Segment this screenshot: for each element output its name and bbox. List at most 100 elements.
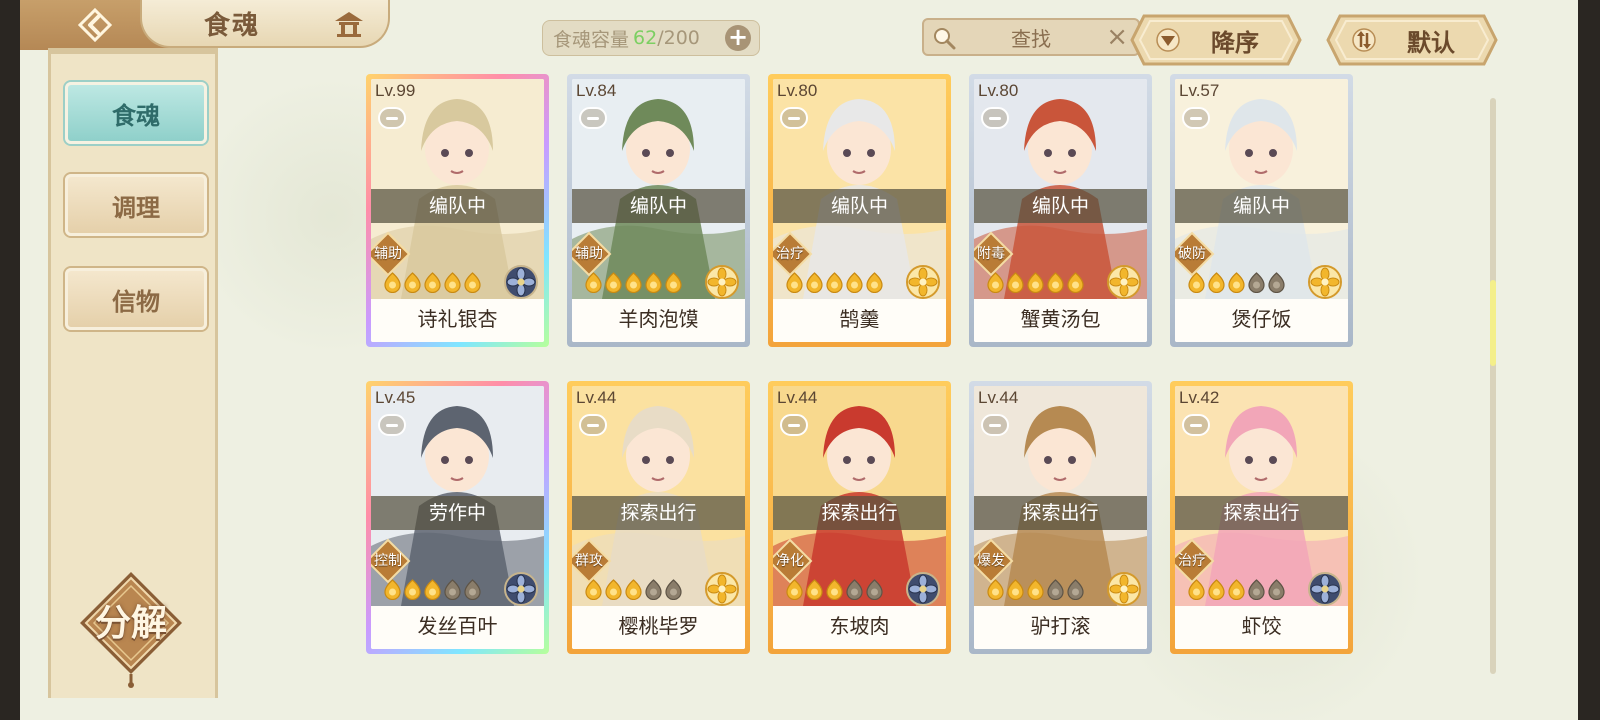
star-filled-icon <box>1067 272 1084 293</box>
food-soul-card[interactable]: Lv.80 编队中 附毒 蟹黄汤包 <box>969 74 1152 347</box>
card-inner: Lv.80 编队中 治疗 鹄羹 <box>773 79 946 342</box>
star-filled-icon <box>424 579 441 600</box>
expand-capacity-button[interactable]: + <box>725 25 751 51</box>
tab-food-soul[interactable]: 食魂 <box>65 82 207 144</box>
food-soul-card[interactable]: Lv.84 编队中 辅助 羊肉泡馍 <box>567 74 750 347</box>
status-label: 探索出行 <box>974 496 1147 530</box>
sort-order-button[interactable]: 降序 <box>1130 14 1302 66</box>
status-label: 编队中 <box>1175 189 1348 223</box>
star-filled-icon <box>625 579 642 600</box>
left-screen-edge <box>0 0 20 720</box>
character-name: 诗礼银杏 <box>371 299 544 342</box>
role-label: 治疗 <box>776 246 804 262</box>
tab-cooking[interactable]: 调理 <box>65 174 207 236</box>
star-filled-icon <box>987 579 1004 600</box>
character-name: 煲仔饭 <box>1175 299 1348 342</box>
food-soul-card[interactable]: Lv.44 探索出行 爆发 驴打滚 <box>969 381 1152 654</box>
star-empty-icon <box>846 579 863 600</box>
food-soul-card[interactable]: Lv.57 编队中 破防 煲仔饭 <box>1170 74 1353 347</box>
remove-from-team-icon[interactable] <box>780 107 808 129</box>
star-filled-icon <box>1188 579 1205 600</box>
sort-descending-icon <box>1156 28 1180 52</box>
star-rating <box>785 271 884 293</box>
role-label: 辅助 <box>575 246 603 262</box>
capacity-display: 食魂容量 62 /200 + <box>542 20 760 56</box>
level-label: Lv.45 <box>375 388 416 407</box>
star-filled-icon <box>846 272 863 293</box>
star-filled-icon <box>404 272 421 293</box>
star-filled-icon <box>826 579 843 600</box>
pavilion-icon[interactable] <box>334 10 364 38</box>
star-empty-icon <box>1047 579 1064 600</box>
remove-from-team-icon[interactable] <box>579 414 607 436</box>
star-filled-icon <box>605 272 622 293</box>
star-empty-icon <box>444 579 461 600</box>
food-soul-card[interactable]: Lv.80 编队中 治疗 鹄羹 <box>768 74 951 347</box>
star-filled-icon <box>384 272 401 293</box>
character-name: 发丝百叶 <box>371 606 544 649</box>
search-field[interactable]: 查找 × <box>922 18 1140 56</box>
top-bar: 食魂 食魂容量 62 /200 + 查找 × 降序 默认 <box>20 0 1578 66</box>
star-empty-icon <box>1067 579 1084 600</box>
star-filled-icon <box>786 579 803 600</box>
level-label: Lv.44 <box>978 388 1019 407</box>
remove-from-team-icon[interactable] <box>981 414 1009 436</box>
remove-from-team-icon[interactable] <box>1182 414 1210 436</box>
star-empty-icon <box>866 579 883 600</box>
status-label: 探索出行 <box>773 496 946 530</box>
status-label: 劳作中 <box>371 496 544 530</box>
food-soul-card[interactable]: Lv.44 探索出行 群攻 樱桃毕罗 <box>567 381 750 654</box>
remove-from-team-icon[interactable] <box>1182 107 1210 129</box>
remove-from-team-icon[interactable] <box>780 414 808 436</box>
character-name: 鹄羹 <box>773 299 946 342</box>
star-empty-icon <box>1248 579 1265 600</box>
capacity-total: /200 <box>657 27 700 49</box>
scrollbar-thumb[interactable] <box>1490 280 1496 366</box>
status-label: 探索出行 <box>1175 496 1348 530</box>
role-label: 附毒 <box>977 246 1005 262</box>
star-filled-icon <box>384 579 401 600</box>
swap-arrows-icon <box>1352 28 1376 52</box>
food-soul-card[interactable]: Lv.44 探索出行 净化 东坡肉 <box>768 381 951 654</box>
page-title: 食魂 <box>204 10 261 41</box>
star-rating <box>383 271 482 293</box>
star-filled-icon <box>404 579 421 600</box>
remove-from-team-icon[interactable] <box>981 107 1009 129</box>
blue-flower-emblem-icon <box>1308 572 1342 606</box>
character-name: 虾饺 <box>1175 606 1348 649</box>
star-filled-icon <box>625 272 642 293</box>
remove-from-team-icon[interactable] <box>378 414 406 436</box>
search-label: 查找 <box>1011 26 1051 51</box>
star-filled-icon <box>866 272 883 293</box>
card-inner: Lv.42 探索出行 治疗 虾饺 <box>1175 386 1348 649</box>
role-label: 治疗 <box>1178 553 1206 569</box>
food-soul-card[interactable]: Lv.42 探索出行 治疗 虾饺 <box>1170 381 1353 654</box>
star-filled-icon <box>645 272 662 293</box>
gold-flower-emblem-icon <box>705 265 739 299</box>
tab-tokens[interactable]: 信物 <box>65 268 207 330</box>
gold-flower-emblem-icon <box>1107 265 1141 299</box>
star-filled-icon <box>826 272 843 293</box>
food-soul-card[interactable]: Lv.99 编队中 辅助 诗礼银杏 <box>366 74 549 347</box>
tab-food-soul-label: 食魂 <box>112 100 160 130</box>
search-icon <box>934 28 956 50</box>
star-rating <box>584 271 683 293</box>
scrollbar-track[interactable] <box>1490 98 1496 674</box>
food-soul-card[interactable]: Lv.45 劳作中 控制 发丝百叶 <box>366 381 549 654</box>
remove-from-team-icon[interactable] <box>378 107 406 129</box>
star-filled-icon <box>605 579 622 600</box>
clear-search-icon[interactable]: × <box>1106 22 1128 52</box>
role-label: 控制 <box>374 553 402 569</box>
filter-default-button[interactable]: 默认 <box>1326 14 1498 66</box>
star-filled-icon <box>424 272 441 293</box>
status-label: 编队中 <box>572 189 745 223</box>
character-name: 樱桃毕罗 <box>572 606 745 649</box>
star-filled-icon <box>444 272 461 293</box>
tab-cooking-label: 调理 <box>112 192 160 222</box>
status-label: 编队中 <box>773 189 946 223</box>
star-filled-icon <box>665 272 682 293</box>
blue-flower-emblem-icon <box>906 572 940 606</box>
decompose-button[interactable]: 分解 <box>76 568 186 688</box>
food-soul-screen: 食魂 食魂容量 62 /200 + 查找 × 降序 默认 食魂 调理 信物 分解… <box>20 0 1578 720</box>
remove-from-team-icon[interactable] <box>579 107 607 129</box>
